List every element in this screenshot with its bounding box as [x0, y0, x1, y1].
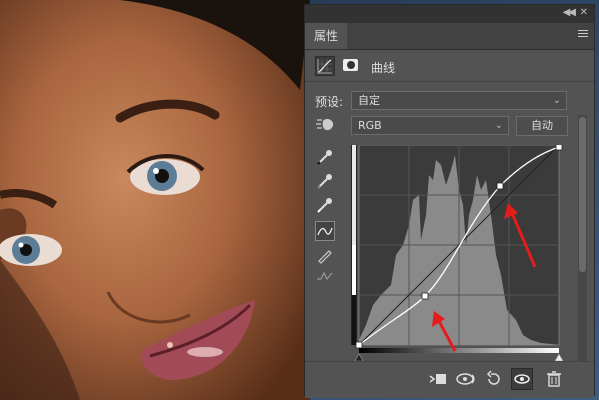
scrollbar-thumb[interactable] [579, 117, 586, 272]
eyedropper-white-icon[interactable] [315, 195, 335, 215]
panel-tabbar: 属性 [305, 23, 594, 50]
preset-value: 自定 [358, 94, 380, 107]
double-chevron-icon[interactable]: ◀◀ [563, 7, 576, 18]
black-point-slider[interactable] [354, 353, 364, 362]
close-icon[interactable]: ✕ [580, 7, 588, 18]
curve-point[interactable] [355, 341, 363, 349]
chevron-down-icon: ⌄ [494, 120, 503, 131]
auto-button[interactable]: 自动 [516, 116, 568, 136]
curve-point[interactable] [555, 143, 563, 151]
curve-points-icon[interactable] [315, 221, 335, 241]
curves-icon[interactable] [315, 56, 335, 76]
panel-scrollbar[interactable] [578, 115, 587, 365]
trash-icon[interactable] [543, 368, 565, 390]
curve-point[interactable] [421, 292, 429, 300]
preset-label: 预设: [315, 95, 344, 109]
channel-value: RGB [358, 119, 382, 132]
panel-bottom-toolbar [305, 361, 594, 398]
smooth-curve-icon[interactable] [315, 267, 335, 287]
annotation-arrow-lower [432, 311, 457, 352]
adjustment-title: 曲线 [371, 61, 396, 75]
eyedropper-gray-icon[interactable] [315, 171, 335, 191]
clip-layer-icon[interactable] [427, 368, 449, 390]
hand-target-icon[interactable] [315, 117, 335, 137]
white-point-slider[interactable] [554, 353, 564, 362]
view-previous-icon[interactable] [455, 368, 477, 390]
hamburger-menu-icon[interactable] [578, 30, 588, 39]
channel-select[interactable]: RGB ⌄ [351, 116, 509, 135]
pencil-icon[interactable] [315, 245, 335, 265]
eye-icon[interactable] [511, 368, 533, 390]
mask-icon[interactable] [341, 56, 361, 76]
panel-titlebar: ◀◀ ✕ [305, 5, 594, 23]
reset-icon[interactable] [483, 368, 505, 390]
curve-point[interactable] [496, 182, 504, 190]
chevron-down-icon: ⌄ [552, 95, 561, 106]
preset-select[interactable]: 自定 ⌄ [351, 91, 567, 110]
adjustment-header: 曲线 [305, 53, 594, 82]
annotation-arrow-upper [504, 203, 537, 268]
tab-properties[interactable]: 属性 [305, 23, 347, 49]
eyedropper-black-icon[interactable] [315, 147, 335, 167]
